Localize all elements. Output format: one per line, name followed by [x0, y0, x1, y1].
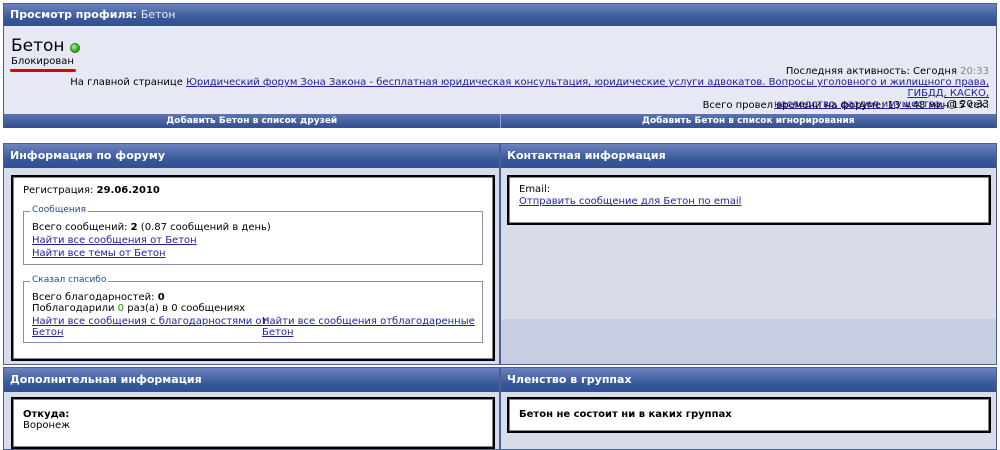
page-title: Просмотр профиля:: [10, 8, 137, 21]
profile-action-bar: Добавить Бетон в список друзей Добавить …: [4, 114, 996, 128]
username-row: Бетон: [11, 36, 80, 56]
find-threads-link[interactable]: Найти все темы от Бетон: [32, 248, 166, 259]
total-time-online: Всего провел времени на форуме: 13 ч 48 …: [702, 100, 989, 111]
find-thanked-posts-link[interactable]: Найти все сообщения с благодарностями от…: [32, 316, 267, 338]
thanks-count-row: Всего благодарностей: 0: [32, 292, 165, 303]
thanked-prefix: Поблагодарили: [32, 303, 115, 314]
username: Бетон: [11, 36, 65, 56]
extra-info-title: Дополнительная информация: [4, 368, 499, 392]
thanks-fieldset: Сказал спасибо Всего благодарностей: 0 П…: [23, 275, 483, 343]
last-activity-label: Последняя активность: Сегодня: [785, 66, 957, 77]
groups-none-text: Бетон не состоит ни в каких группах: [519, 409, 732, 420]
contact-info-box: Email: Отправить сообщение для Бетон по …: [507, 175, 991, 225]
thanks-count: 0: [157, 292, 165, 303]
thanked-count: 0: [117, 303, 125, 314]
groups-panel: Членство в группах Бетон не состоит ни в…: [500, 367, 997, 450]
forum-info-box: Регистрация: 29.06.2010 Сообщения Всего …: [11, 175, 495, 361]
posts-per-day: (0.87 сообщений в день): [140, 222, 271, 233]
thanks-legend: Сказал спасибо: [30, 275, 109, 285]
status-highlight-underline: [10, 69, 76, 72]
find-posts-link[interactable]: Найти все сообщения от Бетон: [32, 235, 197, 246]
posts-count: 2: [130, 222, 138, 233]
forum-info-title: Информация по форуму: [4, 144, 499, 168]
registration-date: 29.06.2010: [96, 185, 160, 196]
from-value: Воронеж: [23, 420, 71, 431]
posts-count-label: Всего сообщений:: [32, 222, 128, 233]
posts-fieldset: Сообщения Всего сообщений: 2 (0.87 сообщ…: [23, 205, 483, 265]
email-label: Email:: [519, 184, 551, 195]
add-friend-button[interactable]: Добавить Бетон в список друзей: [4, 114, 501, 128]
forum-info-panel: Информация по форуму Регистрация: 29.06.…: [3, 143, 500, 365]
profile-title-bar: Просмотр профиля: Бетон: [4, 4, 996, 26]
add-ignore-button[interactable]: Добавить Бетон в список игнорирования: [501, 114, 997, 128]
extra-info-panel: Дополнительная информация Откуда: Вороне…: [3, 367, 500, 450]
posts-legend: Сообщения: [30, 205, 89, 215]
posts-count-row: Всего сообщений: 2 (0.87 сообщений в ден…: [32, 222, 271, 233]
last-activity: Последняя активность: Сегодня 20:33: [786, 66, 989, 77]
profile-header-block: Просмотр профиля: Бетон Бетон Блокирован…: [3, 3, 997, 128]
online-status-icon: [69, 42, 80, 53]
page-title-username: Бетон: [140, 8, 176, 21]
user-status-label: Блокирован: [11, 56, 74, 67]
find-thanked-by-link[interactable]: Найти все сообщения отблагодаренные Бетон: [262, 316, 475, 338]
groups-title: Членство в группах: [501, 368, 996, 392]
thanked-row: Поблагодарили 0 раз(а) в 0 сообщениях: [32, 303, 245, 314]
groups-box: Бетон не состоит ни в каких группах: [507, 397, 991, 433]
from-label: Откуда:: [23, 409, 70, 420]
thanks-count-label: Всего благодарностей:: [32, 292, 155, 303]
last-activity-time: 20:33: [960, 66, 989, 77]
registration-row: Регистрация: 29.06.2010: [23, 185, 160, 196]
registration-label: Регистрация:: [23, 185, 94, 196]
extra-info-box: Откуда: Воронеж: [11, 397, 495, 449]
contact-info-title: Контактная информация: [501, 144, 996, 168]
contact-info-panel: Контактная информация Email: Отправить с…: [500, 143, 997, 365]
send-email-link[interactable]: Отправить сообщение для Бетон по email: [519, 196, 741, 207]
contact-panel-lower-band: [501, 319, 996, 364]
location-prefix: На главной странице: [70, 77, 183, 88]
thanked-suffix: раз(а) в 0 сообщениях: [127, 303, 246, 314]
